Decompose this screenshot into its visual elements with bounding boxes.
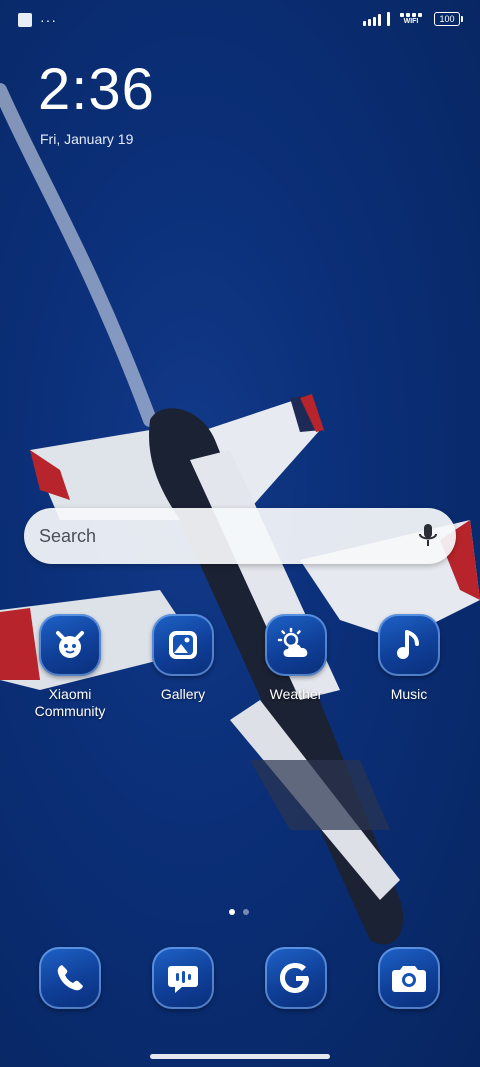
music-icon[interactable] <box>378 614 440 676</box>
xiaomi-community-icon[interactable] <box>39 614 101 676</box>
app-label: Xiaomi Community <box>34 686 106 719</box>
more-dots-icon: ··· <box>40 12 57 28</box>
app-label: Music <box>390 686 428 702</box>
page-dot <box>243 909 249 915</box>
page-indicator <box>229 909 249 915</box>
messages-icon[interactable] <box>152 947 214 1009</box>
dock-google[interactable] <box>240 947 352 1009</box>
status-bar: ··· WIFI 100 <box>0 0 480 40</box>
signal-icon <box>363 12 381 26</box>
weather-icon[interactable] <box>265 614 327 676</box>
search-placeholder: Search <box>39 526 97 546</box>
app-gallery[interactable]: Gallery <box>127 614 239 703</box>
app-music[interactable]: Music <box>353 614 465 703</box>
page-dot-active <box>229 909 235 915</box>
wifi-icon: WIFI <box>400 12 422 26</box>
notification-square-icon <box>18 13 32 27</box>
phone-icon[interactable] <box>39 947 101 1009</box>
app-label: Weather <box>269 686 323 702</box>
battery-icon: 100 <box>434 12 463 26</box>
status-right: WIFI 100 <box>363 12 463 26</box>
dock-messages[interactable] <box>127 947 239 1009</box>
app-label: Gallery <box>160 686 206 702</box>
dock-phone[interactable] <box>14 947 126 1009</box>
clock-time[interactable]: 2:36 <box>38 58 155 122</box>
mic-icon[interactable] <box>418 523 438 549</box>
search-bar[interactable]: Search <box>24 508 456 564</box>
camera-icon[interactable] <box>378 947 440 1009</box>
status-left: ··· <box>18 13 57 27</box>
gallery-icon[interactable] <box>152 614 214 676</box>
clock-date[interactable]: Fri, January 19 <box>40 131 133 147</box>
home-indicator-bar[interactable] <box>150 1054 330 1059</box>
google-icon[interactable] <box>265 947 327 1009</box>
wifi-label: WIFI <box>403 17 419 25</box>
dock-camera[interactable] <box>353 947 465 1009</box>
signal-2-icon <box>387 12 390 26</box>
app-xiaomi-community[interactable]: Xiaomi Community <box>14 614 126 720</box>
app-weather[interactable]: Weather <box>240 614 352 703</box>
